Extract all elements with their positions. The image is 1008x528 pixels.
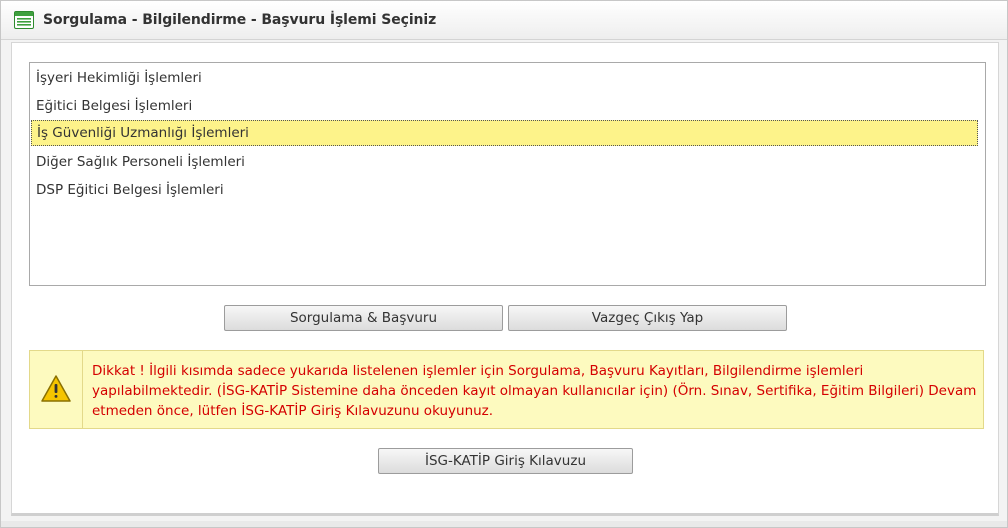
window-titlebar: Sorgulama - Bilgilendirme - Başvuru İşle… [1,1,1007,40]
operations-listbox[interactable]: İşyeri Hekimliği İşlemleri Eğitici Belge… [29,62,986,286]
form-list-icon [14,11,34,29]
warning-message: Dikkat ! İlgili kısımda sadece yukarıda … [92,363,977,419]
warning-icon [41,375,71,402]
content-panel: İşyeri Hekimliği İşlemleri Eğitici Belge… [11,42,999,516]
list-item-dsp-egitici-belgesi[interactable]: DSP Eğitici Belgesi İşlemleri [30,177,977,203]
query-apply-button[interactable]: Sorgulama & Başvuru [224,305,503,331]
list-item-diger-saglik-personeli[interactable]: Diğer Sağlık Personeli İşlemleri [30,149,977,175]
warning-box: Dikkat ! İlgili kısımda sadece yukarıda … [29,350,984,429]
window-bottom-edge [1,521,1007,527]
list-item-egitici-belgesi[interactable]: Eğitici Belgesi İşlemleri [30,93,977,119]
guide-button[interactable]: İSG-KATİP Giriş Kılavuzu [378,448,633,474]
selection-window: Sorgulama - Bilgilendirme - Başvuru İşle… [0,0,1008,528]
window-title: Sorgulama - Bilgilendirme - Başvuru İşle… [43,12,437,28]
warning-icon-container [30,351,83,428]
list-item-is-guvenligi-uzmanligi[interactable]: İş Güvenliği Uzmanlığı İşlemleri [31,120,978,146]
list-item-isyeri-hekimligi[interactable]: İşyeri Hekimliği İşlemleri [30,65,977,91]
cancel-exit-button[interactable]: Vazgeç Çıkış Yap [508,305,787,331]
